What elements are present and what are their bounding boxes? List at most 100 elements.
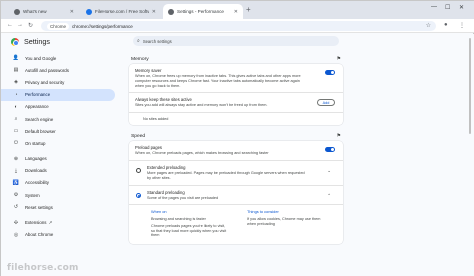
sidebar-item-accessibility[interactable]: ♿ Accessibility bbox=[1, 177, 119, 189]
feedback-icon[interactable]: ⚑ bbox=[337, 133, 341, 139]
setting-description: Sites you add will always stay active an… bbox=[135, 103, 268, 108]
bookmark-star-icon[interactable]: ☆ bbox=[426, 22, 431, 29]
memory-saver-toggle[interactable] bbox=[325, 70, 335, 75]
chrome-logo-icon bbox=[11, 37, 19, 46]
column-heading: When on bbox=[151, 209, 167, 215]
settings-gear-icon bbox=[168, 8, 174, 15]
chrome-icon: ◎ bbox=[13, 231, 19, 238]
preload-pages-row[interactable]: Preload pages When on, Chrome preloads p… bbox=[129, 141, 343, 161]
sidebar-item-label: Languages bbox=[25, 156, 47, 162]
wrench-icon: ⚙ bbox=[13, 192, 19, 199]
sidebar-item-you-and-google[interactable]: 👤 You and Google bbox=[1, 52, 119, 64]
close-window-icon[interactable]: ✕ bbox=[459, 4, 464, 11]
detail-text: If you allow cookies, Chrome may use the… bbox=[247, 217, 321, 226]
new-tab-button[interactable]: + bbox=[246, 5, 251, 14]
profile-avatar-icon[interactable]: ● bbox=[444, 22, 448, 28]
address-bar[interactable]: Chrome chrome://settings/performance ☆ bbox=[41, 21, 436, 31]
sidebar: 👤 You and Google ▤ Autofill and passwords … bbox=[1, 52, 119, 241]
extended-preloading-radio[interactable] bbox=[136, 167, 141, 173]
globe-icon: ⊕ bbox=[13, 155, 19, 162]
memory-section-header: Memory ⚑ bbox=[129, 54, 343, 64]
sidebar-item-reset[interactable]: ↺ Reset settings bbox=[1, 201, 119, 213]
preload-pages-toggle[interactable] bbox=[325, 147, 335, 153]
power-icon: ⏻ bbox=[14, 140, 18, 147]
setting-title: Preload pages bbox=[135, 145, 163, 151]
sidebar-item-label: Privacy and security bbox=[25, 79, 65, 85]
external-link-icon: ↗ bbox=[48, 219, 53, 225]
detail-text: Browsing and searching is faster bbox=[151, 217, 206, 222]
sidebar-item-autofill[interactable]: ▤ Autofill and passwords bbox=[1, 64, 119, 76]
sidebar-item-label: Autofill and passwords bbox=[25, 67, 69, 73]
back-arrow-icon[interactable]: ← bbox=[7, 22, 13, 28]
setting-description: When on, Chrome frees up memory from ina… bbox=[135, 74, 301, 88]
maximize-icon[interactable]: ☐ bbox=[445, 4, 450, 11]
shield-icon: ◈ bbox=[14, 79, 18, 86]
watermark-logo: filehorse.com bbox=[7, 263, 79, 273]
sidebar-item-label: You and Google bbox=[25, 55, 57, 61]
setting-title: Standard preloading bbox=[147, 189, 185, 195]
setting-description: Some of the pages you visit are preloade… bbox=[147, 195, 219, 200]
page-title: Settings bbox=[24, 37, 50, 46]
sidebar-item-label: Reset settings bbox=[25, 204, 53, 210]
sidebar-item-default-browser[interactable]: ▭ Default browser bbox=[1, 125, 119, 137]
chrome-chip: Chrome bbox=[47, 22, 70, 30]
sidebar-item-label: Extensions bbox=[25, 220, 47, 226]
tab-favicon-icon bbox=[86, 8, 92, 15]
browser-window: What's new ✕ FileHorse.com / Free Softwa… bbox=[0, 0, 474, 276]
address-text: chrome://settings/performance bbox=[72, 23, 133, 29]
memory-card: Memory saver When on, Chrome frees up me… bbox=[129, 64, 343, 126]
sidebar-item-label: System bbox=[25, 192, 40, 198]
tab-whats-new[interactable]: What's new ✕ bbox=[9, 4, 79, 19]
section-title: Speed bbox=[131, 133, 146, 139]
sidebar-item-languages[interactable]: ⊕ Languages bbox=[1, 153, 119, 165]
speed-card: Preload pages When on, Chrome preloads p… bbox=[129, 141, 343, 244]
sidebar-item-label: Default browser bbox=[25, 128, 56, 134]
search-icon: ⌕ bbox=[137, 38, 140, 44]
things-to-consider-column: Things to consider If you allow cookies,… bbox=[247, 209, 325, 239]
sidebar-item-about-chrome[interactable]: ◎ About Chrome bbox=[1, 229, 119, 241]
sidebar-item-downloads[interactable]: ⤓ Downloads bbox=[1, 165, 119, 177]
column-heading: Things to consider bbox=[247, 209, 279, 215]
menu-kebab-icon[interactable]: ⋮ bbox=[459, 22, 465, 29]
extended-preloading-row[interactable]: Extended preloading More pages are prelo… bbox=[129, 161, 343, 186]
memory-saver-row[interactable]: Memory saver When on, Chrome frees up me… bbox=[129, 64, 343, 94]
close-icon[interactable]: ✕ bbox=[152, 9, 156, 15]
puzzle-icon: ✣ bbox=[13, 219, 19, 226]
settings-header: Settings bbox=[11, 37, 50, 46]
add-site-button[interactable]: Add bbox=[317, 99, 335, 107]
chevron-down-icon[interactable]: ⌄ bbox=[327, 168, 331, 174]
sidebar-item-performance[interactable]: ◔ Performance bbox=[1, 88, 115, 101]
close-icon[interactable]: ✕ bbox=[234, 9, 238, 15]
sidebar-item-extensions[interactable]: ✣ Extensions ↗ bbox=[1, 216, 119, 228]
sidebar-item-privacy[interactable]: ◈ Privacy and security bbox=[1, 76, 119, 88]
sidebar-item-label: Appearance bbox=[25, 104, 49, 110]
sidebar-item-label: Downloads bbox=[25, 168, 47, 174]
clipboard-icon: ▤ bbox=[13, 67, 19, 74]
reset-icon: ↺ bbox=[13, 204, 19, 211]
feedback-icon[interactable]: ⚑ bbox=[337, 56, 341, 62]
forward-arrow-icon[interactable]: → bbox=[17, 22, 23, 28]
standard-preloading-row[interactable]: Standard preloading Some of the pages yo… bbox=[129, 186, 343, 206]
section-title: Memory bbox=[131, 56, 149, 62]
search-input[interactable]: ⌕ Search settings bbox=[133, 36, 339, 46]
close-icon[interactable]: ✕ bbox=[70, 9, 74, 15]
sidebar-item-system[interactable]: ⚙ System bbox=[1, 189, 119, 201]
sidebar-item-appearance[interactable]: ◐ Appearance bbox=[1, 101, 119, 113]
reload-icon[interactable]: ↻ bbox=[28, 22, 33, 29]
sidebar-item-label: Search engine bbox=[25, 116, 54, 122]
download-icon: ⤓ bbox=[14, 167, 18, 174]
sidebar-item-label: About Chrome bbox=[25, 232, 54, 238]
scrollbar-thumb[interactable] bbox=[469, 38, 471, 134]
setting-description: When on, Chrome preloads pages, which ma… bbox=[135, 151, 269, 156]
tab-label: FileHorse.com / Free Software bbox=[95, 9, 149, 14]
sidebar-item-label: On startup bbox=[25, 140, 46, 146]
chevron-up-icon[interactable]: ⌃ bbox=[327, 193, 331, 199]
tab-settings-performance[interactable]: Settings - Performance ✕ bbox=[163, 4, 243, 19]
sidebar-item-on-startup[interactable]: ⏻ On startup bbox=[1, 137, 119, 149]
minimize-icon[interactable]: — bbox=[431, 4, 437, 10]
standard-preloading-radio[interactable] bbox=[136, 192, 141, 198]
standard-preloading-details: When on Browsing and searching is faster… bbox=[129, 205, 343, 243]
sidebar-item-search-engine[interactable]: ⌕ Search engine bbox=[1, 113, 119, 125]
page-scrollbar[interactable] bbox=[468, 34, 472, 276]
tab-filehorse[interactable]: FileHorse.com / Free Software ✕ bbox=[81, 4, 161, 19]
